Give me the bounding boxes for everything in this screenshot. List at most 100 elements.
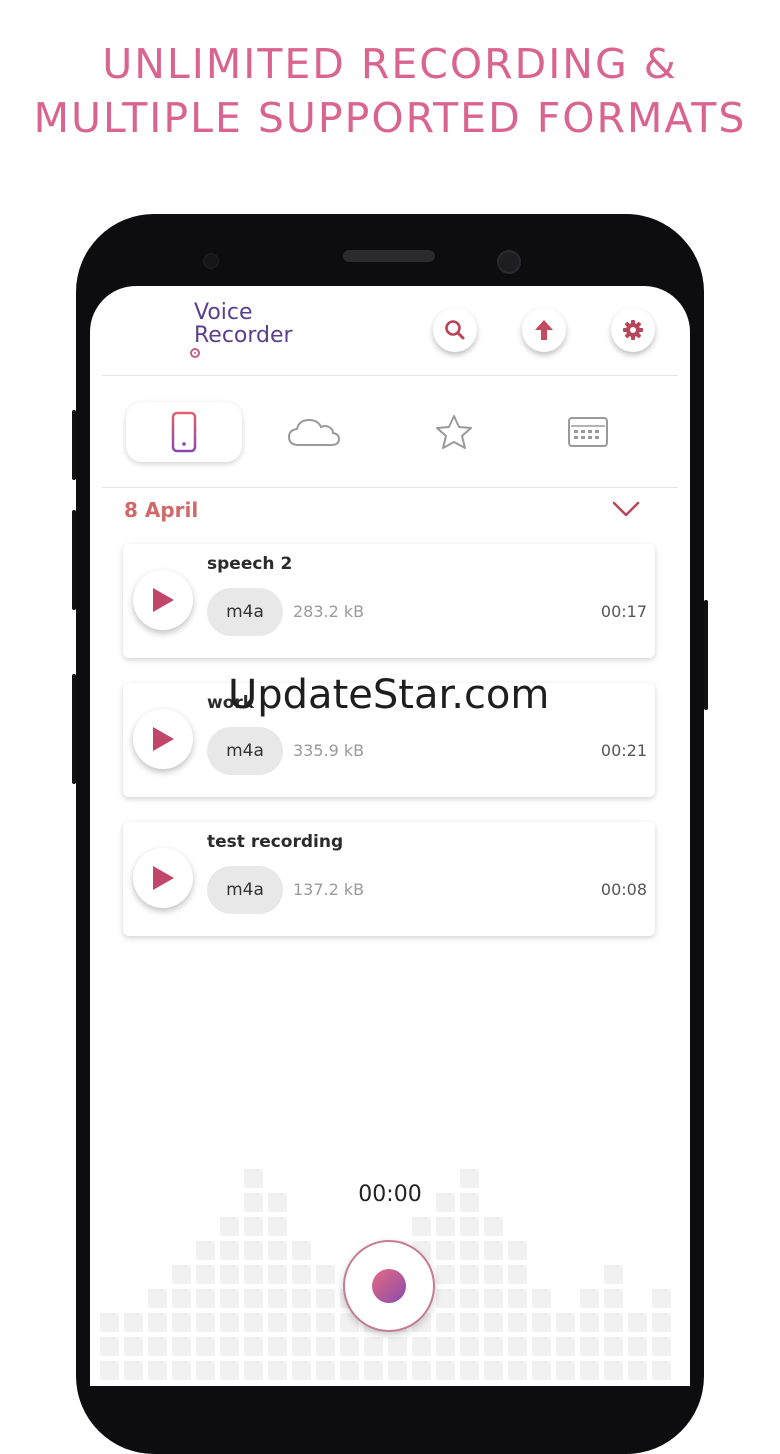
equalizer-cell: [460, 1265, 479, 1284]
phone-icon: [171, 411, 197, 453]
equalizer-cell: [556, 1337, 575, 1356]
file-size: 137.2 kB: [293, 880, 365, 899]
equalizer-cell: [652, 1289, 671, 1308]
equalizer-cell: [316, 1337, 335, 1356]
power-button: [704, 600, 708, 710]
equalizer-cell: [388, 1337, 407, 1356]
recording-title: speech 2: [207, 554, 293, 574]
tab-cloud[interactable]: [256, 402, 372, 462]
equalizer-cell: [100, 1337, 119, 1356]
record-dot-icon: [372, 1269, 406, 1303]
file-size: 335.9 kB: [293, 741, 365, 760]
equalizer-cell: [292, 1313, 311, 1332]
gear-icon: [623, 320, 643, 340]
equalizer-cell: [508, 1361, 527, 1380]
equalizer-cell: [244, 1337, 263, 1356]
keyboard-icon: [568, 417, 608, 447]
tab-keyboard[interactable]: [530, 402, 646, 462]
sound-wave-logo-icon: [123, 294, 187, 364]
watermark: UpdateStar.com: [228, 672, 550, 718]
chevron-down-icon[interactable]: [610, 498, 642, 520]
upload-button[interactable]: [522, 308, 566, 352]
equalizer-cell: [124, 1313, 143, 1332]
logo-text-recorder: Recorder: [194, 323, 293, 348]
equalizer-cell: [244, 1289, 263, 1308]
duration: 00:21: [600, 741, 647, 760]
equalizer-cell: [148, 1337, 167, 1356]
star-icon: [436, 415, 472, 449]
recording-card[interactable]: test recording m4a 137.2 kB 00:08: [123, 822, 655, 936]
app-screen: Voice Recorder 8 April speech 2 m4a 283.…: [90, 286, 690, 1386]
equalizer-cell: [172, 1265, 191, 1284]
equalizer-cell: [364, 1361, 383, 1380]
play-icon: [153, 866, 174, 890]
equalizer-cell: [604, 1337, 623, 1356]
equalizer-cell: [172, 1313, 191, 1332]
play-button[interactable]: [133, 709, 193, 769]
equalizer-cell: [196, 1289, 215, 1308]
equalizer-cell: [652, 1313, 671, 1332]
equalizer-cell: [196, 1241, 215, 1260]
equalizer-cell: [628, 1361, 647, 1380]
duration: 00:17: [600, 602, 647, 621]
tab-local[interactable]: [126, 402, 242, 462]
header-divider: [102, 375, 678, 376]
equalizer-cell: [196, 1265, 215, 1284]
equalizer-cell: [508, 1313, 527, 1332]
equalizer-cell: [244, 1241, 263, 1260]
equalizer-cell: [508, 1337, 527, 1356]
equalizer-cell: [268, 1289, 287, 1308]
equalizer-cell: [604, 1361, 623, 1380]
headline-line-2: MULTIPLE SUPPORTED FORMATS: [33, 94, 747, 142]
equalizer-cell: [484, 1313, 503, 1332]
equalizer-cell: [292, 1361, 311, 1380]
equalizer-cell: [628, 1313, 647, 1332]
equalizer-cell: [460, 1217, 479, 1236]
equalizer-cell: [484, 1337, 503, 1356]
equalizer-cell: [316, 1265, 335, 1284]
play-button[interactable]: [133, 848, 193, 908]
equalizer-cell: [244, 1265, 263, 1284]
equalizer-cell: [484, 1217, 503, 1236]
logo-text-voice: Voice: [194, 300, 253, 325]
play-button[interactable]: [133, 570, 193, 630]
equalizer-cell: [316, 1313, 335, 1332]
play-icon: [153, 727, 174, 751]
volume-button: [72, 410, 76, 480]
upload-arrow-icon: [535, 320, 553, 340]
equalizer-cell: [316, 1361, 335, 1380]
equalizer-cell: [244, 1313, 263, 1332]
equalizer-cell: [364, 1337, 383, 1356]
equalizer-cell: [340, 1337, 359, 1356]
equalizer-cell: [484, 1361, 503, 1380]
logo-record-dot-icon: [190, 348, 200, 358]
equalizer-cell: [196, 1337, 215, 1356]
front-camera: [497, 250, 521, 274]
equalizer-cell: [436, 1265, 455, 1284]
equalizer-cell: [292, 1337, 311, 1356]
equalizer-cell: [604, 1289, 623, 1308]
equalizer-cell: [532, 1289, 551, 1308]
equalizer-cell: [508, 1241, 527, 1260]
equalizer-cell: [604, 1313, 623, 1332]
equalizer-cell: [196, 1313, 215, 1332]
equalizer-cell: [268, 1337, 287, 1356]
record-button[interactable]: [343, 1240, 435, 1332]
equalizer-cell: [436, 1217, 455, 1236]
tabs-divider: [102, 487, 678, 488]
tab-favorites[interactable]: [396, 402, 512, 462]
record-timer: 00:00: [358, 1182, 422, 1207]
equalizer-cell: [580, 1289, 599, 1308]
equalizer-cell: [508, 1265, 527, 1284]
recording-card[interactable]: speech 2 m4a 283.2 kB 00:17: [123, 544, 655, 658]
equalizer-cell: [460, 1313, 479, 1332]
equalizer-cell: [436, 1361, 455, 1380]
equalizer-cell: [220, 1265, 239, 1284]
equalizer-cell: [148, 1313, 167, 1332]
search-button[interactable]: [433, 308, 477, 352]
equalizer-cell: [460, 1241, 479, 1260]
equalizer-cell: [148, 1289, 167, 1308]
search-icon: [445, 320, 465, 340]
equalizer-cell: [340, 1361, 359, 1380]
settings-button[interactable]: [611, 308, 655, 352]
